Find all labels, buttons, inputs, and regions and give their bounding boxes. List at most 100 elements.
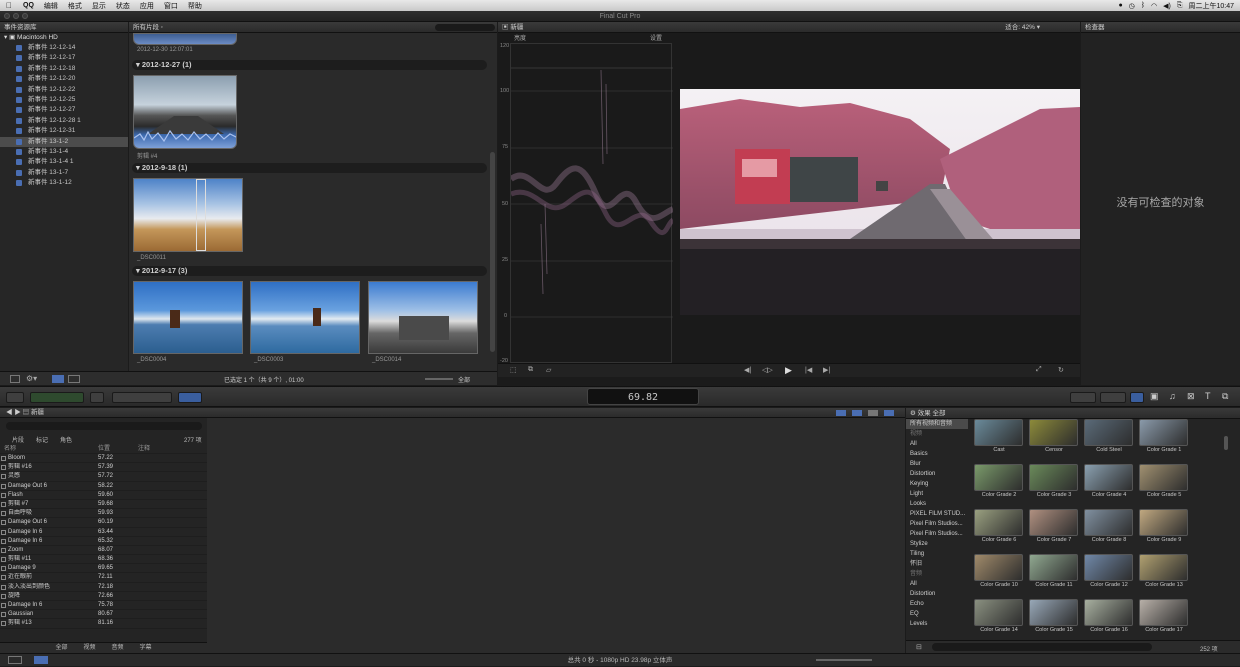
effect-item[interactable]: Color Grade 14 bbox=[974, 599, 1024, 633]
column-name[interactable]: 名称 bbox=[0, 445, 98, 453]
music-icon[interactable]: ♫ bbox=[1169, 391, 1176, 401]
fullscreen-icon[interactable]: ⤢ bbox=[1036, 366, 1042, 374]
library-event-item[interactable]: 新事件 13-1-2 bbox=[0, 136, 128, 147]
menu-item-status[interactable]: 状态 bbox=[111, 1, 135, 11]
jkl-icon[interactable]: ◁▷ bbox=[762, 366, 773, 374]
effects-category-item[interactable]: Keying bbox=[906, 479, 968, 489]
index-row[interactable]: Flash 59.60 bbox=[0, 491, 207, 500]
library-event-item[interactable]: 新事件 12-12-18 bbox=[0, 64, 128, 74]
timeline-appearance-button[interactable] bbox=[34, 656, 48, 664]
sidebar-toggle-icon[interactable]: ⊟ bbox=[916, 643, 922, 651]
index-row[interactable]: Gaussian 80.67 bbox=[0, 610, 207, 620]
audio-meter-button[interactable] bbox=[8, 656, 22, 664]
go-to-start-icon[interactable]: |◀ bbox=[805, 366, 812, 374]
effects-browser-button[interactable] bbox=[1130, 392, 1144, 403]
dashboard-timecode[interactable]: 69.82 bbox=[587, 388, 699, 405]
menu-item-edit[interactable]: 编辑 bbox=[39, 1, 63, 11]
index-row[interactable]: Damage In 6 75.78 bbox=[0, 601, 207, 611]
retime-menu-button[interactable] bbox=[1100, 392, 1126, 403]
browser-search-field[interactable] bbox=[435, 24, 495, 31]
clip-filter-dropdown[interactable]: 全部 bbox=[458, 375, 470, 384]
index-row[interactable]: 近在眼前 72.11 bbox=[0, 573, 207, 583]
index-row[interactable]: Damage In 6 65.32 bbox=[0, 537, 207, 546]
index-row[interactable]: Damage In 6 63.44 bbox=[0, 528, 207, 537]
index-row[interactable]: 旋降 72.66 bbox=[0, 592, 207, 601]
column-position[interactable]: 位置 bbox=[98, 445, 138, 453]
effect-item[interactable]: Color Grade 13 bbox=[1139, 554, 1189, 588]
key-icon[interactable] bbox=[90, 392, 104, 403]
library-event-item[interactable]: 新事件 12-12-14 bbox=[0, 43, 128, 53]
gear-icon[interactable]: ⚙▾ bbox=[26, 374, 37, 383]
effect-item[interactable]: Color Grade 6 bbox=[974, 509, 1024, 543]
edit-mode-buttons[interactable] bbox=[112, 392, 172, 403]
library-event-item[interactable]: 新事件 13-1-4 bbox=[0, 147, 128, 157]
zoom-value[interactable]: 42% bbox=[1022, 24, 1035, 31]
effects-category-item[interactable]: Distortion bbox=[906, 589, 968, 599]
library-event-item[interactable]: 新事件 12-12-31 bbox=[0, 126, 128, 136]
effects-scrollbar[interactable] bbox=[1224, 436, 1228, 450]
effects-category-item[interactable]: Tiling bbox=[906, 549, 968, 559]
menu-item-apps[interactable]: 应用 bbox=[135, 1, 159, 11]
role-tab-video[interactable]: 视频 bbox=[83, 643, 95, 653]
generators-icon[interactable]: ⧉ bbox=[1222, 391, 1228, 402]
browser-scrollbar[interactable] bbox=[490, 152, 495, 352]
previous-frame-icon[interactable]: ◀| bbox=[744, 366, 751, 374]
solo-button[interactable] bbox=[868, 410, 878, 416]
date-group-header[interactable]: ▾ 2012-9-17 (3) bbox=[132, 266, 487, 276]
menu-item-format[interactable]: 格式 bbox=[63, 1, 87, 11]
library-event-item[interactable]: 新事件 13-1-12 bbox=[0, 178, 128, 188]
effects-category-item[interactable]: Stylize bbox=[906, 539, 968, 549]
effects-category-item[interactable]: Looks bbox=[906, 499, 968, 509]
library-event-item[interactable]: 新事件 12-12-25 bbox=[0, 95, 128, 105]
index-tab-clips[interactable]: 片段 bbox=[12, 435, 24, 444]
date-group-header[interactable]: ▾ 2012-9-18 (1) bbox=[132, 163, 487, 173]
transitions-icon[interactable]: ⊠ bbox=[1187, 391, 1195, 402]
effects-category-item[interactable]: All bbox=[906, 579, 968, 589]
library-event-item[interactable]: 新事件 12-12-27 bbox=[0, 105, 128, 115]
effect-item[interactable]: Cold Steel bbox=[1084, 419, 1134, 453]
index-row[interactable]: 剪辑 #7 59.68 bbox=[0, 500, 207, 510]
effect-item[interactable]: Color Grade 11 bbox=[1029, 554, 1079, 588]
library-event-item[interactable]: 新事件 13-1-4 1 bbox=[0, 157, 128, 167]
volume-icon[interactable]: ◀) bbox=[1163, 2, 1171, 10]
forward-icon[interactable]: ▶ bbox=[14, 409, 21, 416]
audio-skimming-button[interactable] bbox=[852, 410, 862, 416]
index-tab-roles[interactable]: 角色 bbox=[60, 435, 72, 444]
snapping-button[interactable] bbox=[884, 410, 894, 416]
effect-item[interactable]: Color Grade 4 bbox=[1084, 464, 1134, 498]
timeline-zoom-slider[interactable] bbox=[816, 659, 872, 661]
loop-icon[interactable]: ↻ bbox=[1058, 366, 1064, 374]
clip-thumbnail[interactable] bbox=[133, 281, 243, 354]
back-icon[interactable]: ◀ bbox=[6, 409, 13, 416]
effect-item[interactable]: Color Grade 10 bbox=[974, 554, 1024, 588]
role-tab-titles[interactable]: 字幕 bbox=[140, 643, 152, 653]
import-button[interactable] bbox=[6, 392, 24, 403]
index-row[interactable]: 剪辑 #16 57.39 bbox=[0, 463, 207, 473]
effect-item[interactable]: Color Grade 5 bbox=[1139, 464, 1189, 498]
effect-item[interactable]: Color Grade 1 bbox=[1139, 419, 1189, 453]
index-row[interactable]: 淡入淡出到颜色 72.18 bbox=[0, 583, 207, 592]
effect-item[interactable]: Color Grade 3 bbox=[1029, 464, 1079, 498]
transform-icon[interactable]: ⧉ bbox=[528, 366, 533, 374]
effects-category-item[interactable]: Pixel Film Studios... bbox=[906, 519, 968, 529]
effect-item[interactable]: Color Grade 16 bbox=[1084, 599, 1134, 633]
menu-item-window[interactable]: 窗口 bbox=[159, 1, 183, 11]
effect-item[interactable]: Color Grade 15 bbox=[1029, 599, 1079, 633]
viewer-option-icon[interactable]: ⬚ bbox=[510, 366, 517, 374]
index-row[interactable]: 自由呼吸 59.93 bbox=[0, 509, 207, 519]
index-row[interactable]: Damage Out 6 60.19 bbox=[0, 518, 207, 528]
effects-category-item[interactable]: 视频 bbox=[906, 429, 968, 439]
menu-item-help[interactable]: 帮助 bbox=[183, 1, 207, 11]
index-search-field[interactable] bbox=[6, 422, 202, 430]
close-window-button[interactable] bbox=[4, 13, 10, 19]
effect-item[interactable]: Color Grade 12 bbox=[1084, 554, 1134, 588]
clip-thumbnail[interactable] bbox=[133, 75, 237, 149]
effects-search-field[interactable] bbox=[932, 643, 1152, 651]
effect-item[interactable]: Color Grade 8 bbox=[1084, 509, 1134, 543]
library-event-item[interactable]: 新事件 12-12-28 1 bbox=[0, 116, 128, 126]
select-tool-button[interactable] bbox=[178, 392, 202, 403]
index-row[interactable]: Damage 9 69.65 bbox=[0, 564, 207, 574]
library-root-item[interactable]: ▾ ▣ Macintosh HD bbox=[0, 33, 128, 43]
effects-category-item[interactable]: 怀旧 bbox=[906, 559, 968, 569]
role-tab-all[interactable]: 全部 bbox=[55, 643, 67, 653]
